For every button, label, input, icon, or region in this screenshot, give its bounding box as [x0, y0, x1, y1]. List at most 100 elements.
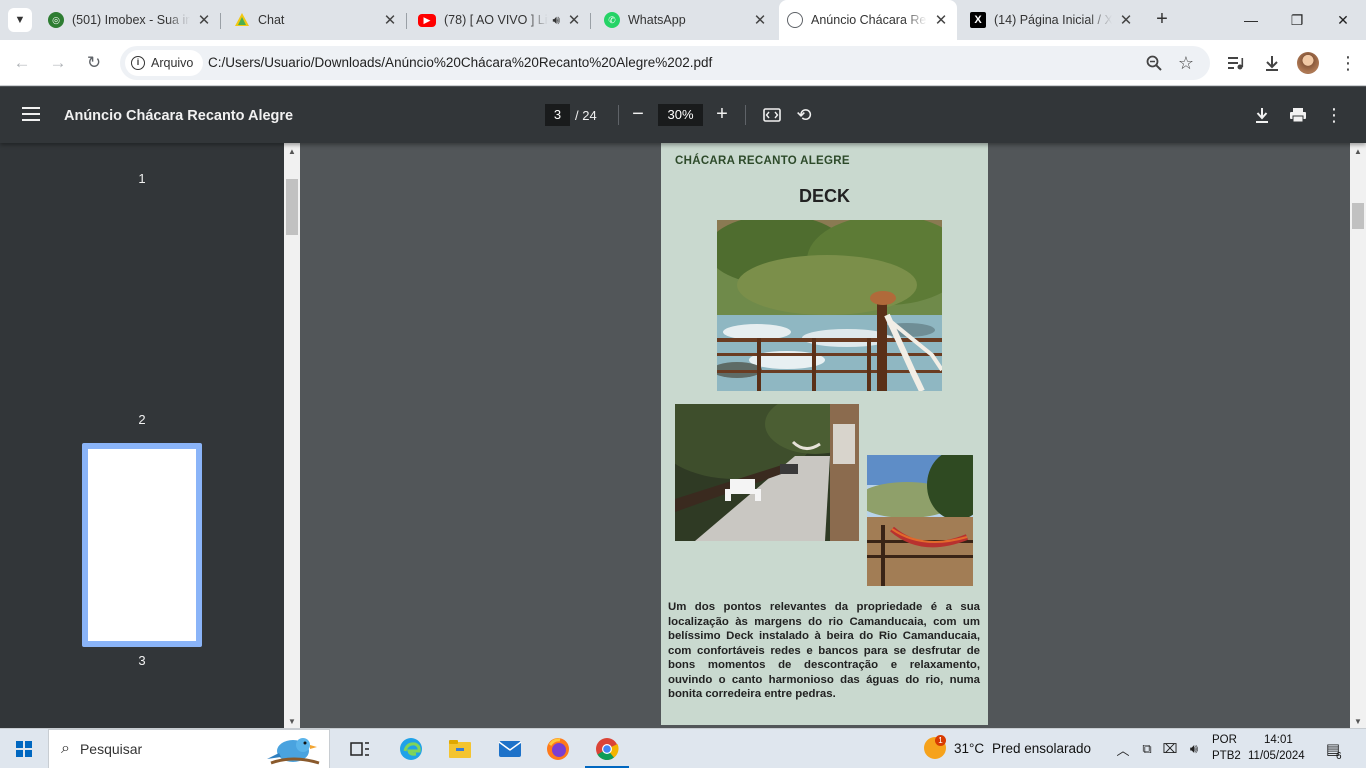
menu-kebab-icon[interactable]: ⋮ [1336, 51, 1360, 75]
globe-icon [787, 12, 803, 28]
tab-separator [406, 13, 407, 29]
pdf-more-icon[interactable]: ⋮ [1322, 103, 1346, 127]
forward-button[interactable]: → [46, 51, 70, 75]
tab-title: (501) Imobex - Sua imobiliária [72, 13, 190, 27]
tab-imobex[interactable]: ◎ (501) Imobex - Sua imobiliária ✕ [40, 6, 221, 34]
minimize-button[interactable]: — [1228, 0, 1274, 40]
restore-button[interactable]: ❐ [1274, 0, 1320, 40]
notification-count: 6 [1336, 751, 1342, 762]
scroll-up-icon[interactable]: ▲ [288, 147, 296, 156]
chat-icon [234, 12, 250, 28]
close-icon: ✕ [1337, 11, 1349, 28]
weather-temp[interactable]: 31°C [954, 741, 984, 756]
language-bottom[interactable]: PTB2 [1212, 750, 1241, 762]
weather-desc[interactable]: Pred ensolarado [992, 741, 1091, 756]
tab-strip: ▼ ◎ (501) Imobex - Sua imobiliária ✕ Cha… [0, 0, 1366, 40]
scrollbar-thumb[interactable] [1352, 203, 1364, 229]
back-button[interactable]: ← [10, 51, 34, 75]
reload-button[interactable]: ↻ [82, 51, 106, 75]
thumbnail-sidebar: 1 2 3 [0, 143, 284, 728]
scroll-down-icon[interactable]: ▼ [1354, 717, 1362, 726]
mail-icon[interactable] [496, 735, 524, 763]
tab-separator [220, 13, 221, 29]
taskbar-search[interactable]: ⌕ Pesquisar [48, 729, 330, 768]
thumbnail-page-3[interactable] [82, 443, 202, 647]
menu-hamburger-icon[interactable] [22, 107, 40, 121]
clock-date[interactable]: 11/05/2024 [1248, 750, 1305, 762]
rotate-icon[interactable]: ⟲ [792, 103, 816, 127]
deck-patio-photo [675, 404, 859, 541]
windows-start-icon[interactable] [16, 741, 32, 757]
scrollbar-thumb[interactable] [286, 179, 298, 235]
arrow-right-icon: → [49, 53, 67, 72]
youtube-icon: ▶ [418, 13, 436, 27]
speaker-icon[interactable]: 🔊︎ [552, 13, 560, 28]
zoom-in-button[interactable]: + [710, 103, 734, 127]
thumbnail-blank [88, 449, 196, 641]
close-icon[interactable]: ✕ [1118, 11, 1134, 29]
network-icon[interactable]: ⌧ [1161, 740, 1179, 758]
tab-whatsapp[interactable]: ✆ WhatsApp ✕ [596, 6, 776, 34]
arrow-left-icon: ← [13, 53, 31, 72]
clock-time[interactable]: 14:01 [1264, 734, 1293, 746]
zoom-icon[interactable] [1144, 53, 1164, 73]
firefox-icon[interactable] [544, 735, 572, 763]
close-window-button[interactable]: ✕ [1320, 0, 1366, 40]
fit-to-page-icon[interactable] [760, 103, 784, 127]
scroll-up-icon[interactable]: ▲ [1354, 147, 1362, 156]
site-info-chip[interactable]: i Arquivo [125, 50, 204, 76]
minus-icon: − [632, 103, 644, 125]
toolbar-divider [618, 105, 619, 125]
restore-icon: ❐ [1290, 11, 1304, 28]
media-control-icon[interactable] [1224, 51, 1248, 75]
zoom-input[interactable]: 30% [658, 104, 703, 126]
page-paragraph: Um dos pontos relevantes da propriedade … [668, 601, 980, 700]
url-text[interactable]: C:/Users/Usuario/Downloads/Anúncio%20Chá… [208, 55, 712, 70]
meet-now-icon[interactable]: ⧉ [1138, 740, 1156, 758]
volume-icon[interactable]: 🔊︎ [1185, 740, 1203, 758]
language-top[interactable]: POR [1212, 734, 1237, 746]
tab-chat[interactable]: Chat ✕ [226, 6, 407, 34]
search-icon: ⌕ [61, 740, 70, 757]
chrome-icon[interactable] [585, 735, 629, 768]
pdf-page: CHÁCARA RECANTO ALEGRE DECK Um dos ponto… [661, 143, 988, 725]
page-brand: CHÁCARA RECANTO ALEGRE [675, 155, 850, 167]
deck-river-photo [717, 220, 942, 391]
scroll-down-icon[interactable]: ▼ [288, 717, 296, 726]
file-explorer-icon[interactable] [446, 735, 474, 763]
tab-separator [590, 13, 591, 29]
tab-search-button[interactable]: ▼ [8, 8, 32, 32]
page-number-input[interactable]: 3 [545, 104, 570, 126]
print-icon[interactable] [1286, 103, 1310, 127]
whatsapp-icon: ✆ [604, 12, 620, 28]
task-view-icon[interactable] [346, 735, 374, 763]
page-total: / 24 [575, 108, 597, 123]
new-tab-button[interactable]: + [1150, 8, 1174, 32]
main-scrollbar[interactable]: ▲ ▼ [1350, 143, 1366, 728]
download-icon[interactable] [1260, 51, 1284, 75]
chevron-down-icon: ▼ [14, 14, 26, 26]
thumbnail-label[interactable]: 2 [132, 412, 152, 427]
info-icon: i [131, 56, 145, 70]
close-icon[interactable]: ✕ [933, 11, 949, 29]
thumbnail-label[interactable]: 3 [132, 653, 152, 668]
tab-title: Chat [258, 13, 285, 27]
close-icon[interactable]: ✕ [752, 11, 768, 29]
close-icon[interactable]: ✕ [566, 11, 582, 29]
tab-pdf-active[interactable]: Anúncio Chácara Recanto Alegre ✕ [779, 0, 957, 40]
bookmark-star-icon[interactable]: ☆ [1176, 53, 1196, 73]
edge-icon[interactable] [397, 735, 425, 763]
profile-avatar[interactable] [1297, 52, 1319, 74]
chevron-up-icon[interactable]: ︿ [1114, 740, 1132, 758]
close-icon[interactable]: ✕ [382, 11, 398, 29]
address-bar[interactable]: i Arquivo C:/Users/Usuario/Downloads/Anú… [120, 46, 1210, 80]
tab-youtube[interactable]: ▶ (78) [ AO VIVO ] Live 🔊︎ ✕ [410, 6, 591, 34]
pdf-download-icon[interactable] [1250, 103, 1274, 127]
sidebar-scrollbar[interactable]: ▲ ▼ [284, 143, 300, 728]
zoom-out-button[interactable]: − [626, 103, 650, 127]
tab-x[interactable]: X (14) Página Inicial / X ✕ [962, 6, 1142, 34]
tab-title: Anúncio Chácara Recanto Alegre [811, 13, 927, 27]
thumbnail-label[interactable]: 1 [132, 171, 152, 186]
close-icon[interactable]: ✕ [196, 11, 212, 29]
weather-badge: 1 [935, 735, 946, 746]
